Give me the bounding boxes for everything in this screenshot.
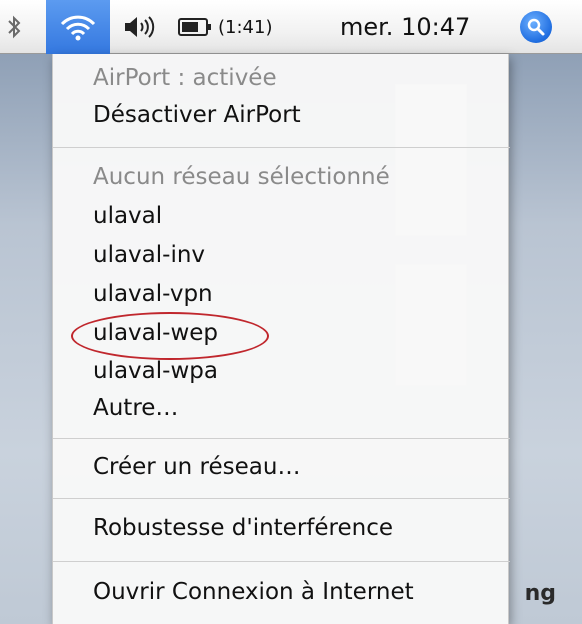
volume-icon[interactable] — [122, 0, 162, 54]
battery-icon[interactable] — [178, 0, 214, 54]
no-network-selected-label: Aucun réseau sélectionné — [93, 164, 390, 190]
create-network-item[interactable]: Créer un réseau… — [93, 453, 300, 481]
menu-bar: (1:41) mer. 10:47 — [0, 0, 582, 54]
menu-separator — [53, 498, 510, 499]
interference-robustness-item[interactable]: Robustesse d'interférence — [93, 514, 393, 542]
network-item-ulaval-wpa[interactable]: ulaval-wpa — [93, 357, 218, 385]
red-circle-annotation — [71, 312, 269, 360]
menubar-clock[interactable]: mer. 10:47 — [340, 0, 470, 54]
network-item-ulaval-inv[interactable]: ulaval-inv — [93, 241, 205, 269]
battery-time: (1:41) — [218, 16, 273, 38]
menu-separator — [53, 438, 510, 439]
menu-separator — [53, 561, 510, 562]
bluetooth-icon[interactable] — [4, 0, 24, 54]
wifi-menu-icon[interactable] — [46, 0, 110, 54]
spotlight-search-icon[interactable] — [520, 11, 552, 43]
wifi-icon — [60, 15, 96, 41]
desktop-partial-label: ng — [524, 581, 556, 606]
other-network-item[interactable]: Autre… — [93, 394, 178, 422]
disable-airport-item[interactable]: Désactiver AirPort — [93, 101, 301, 129]
open-internet-connect-item[interactable]: Ouvrir Connexion à Internet — [93, 578, 414, 606]
network-item-ulaval-vpn[interactable]: ulaval-vpn — [93, 280, 213, 308]
airport-status-label: AirPort : activée — [93, 65, 277, 91]
menu-separator — [53, 147, 510, 148]
network-item-ulaval[interactable]: ulaval — [93, 202, 162, 230]
airport-dropdown-menu: AirPort : activée Désactiver AirPort Auc… — [52, 54, 510, 624]
